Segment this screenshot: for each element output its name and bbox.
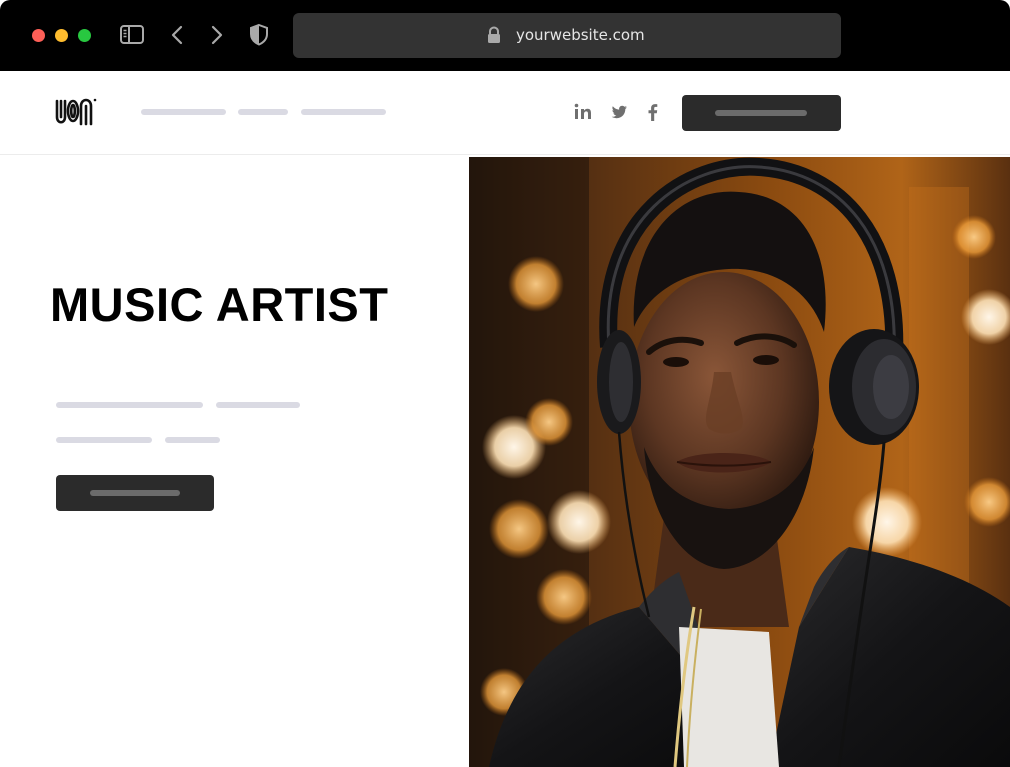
forward-icon[interactable]	[204, 22, 230, 48]
button-label-placeholder	[90, 490, 180, 496]
nav-link-placeholder[interactable]	[238, 109, 288, 115]
browser-chrome: yourwebsite.com	[0, 0, 1010, 71]
shield-icon[interactable]	[246, 22, 272, 48]
twitter-icon[interactable]	[608, 101, 630, 123]
text-placeholder-line	[216, 402, 300, 408]
close-window-button[interactable]	[32, 29, 45, 42]
minimize-window-button[interactable]	[55, 29, 68, 42]
address-bar[interactable]: yourwebsite.com	[293, 13, 841, 58]
nav-link-placeholder[interactable]	[141, 109, 226, 115]
sidebar-toggle-icon[interactable]	[119, 22, 145, 48]
maximize-window-button[interactable]	[78, 29, 91, 42]
header-cta-button[interactable]	[682, 95, 841, 131]
back-icon[interactable]	[165, 22, 191, 48]
button-label-placeholder	[715, 110, 807, 116]
facebook-icon[interactable]	[642, 101, 664, 123]
text-placeholder-line	[56, 437, 152, 443]
hero-title: MUSIC ARTIST	[50, 278, 389, 331]
lock-icon	[486, 26, 502, 44]
hero-cta-button[interactable]	[56, 475, 214, 511]
text-placeholder-line	[56, 402, 203, 408]
linkedin-icon[interactable]	[572, 101, 594, 123]
site-header	[0, 71, 1010, 155]
url-text: yourwebsite.com	[516, 26, 645, 44]
artist-photo	[469, 157, 1010, 767]
logo-icon[interactable]	[54, 97, 98, 129]
nav-link-placeholder[interactable]	[301, 109, 386, 115]
text-placeholder-line	[165, 437, 220, 443]
